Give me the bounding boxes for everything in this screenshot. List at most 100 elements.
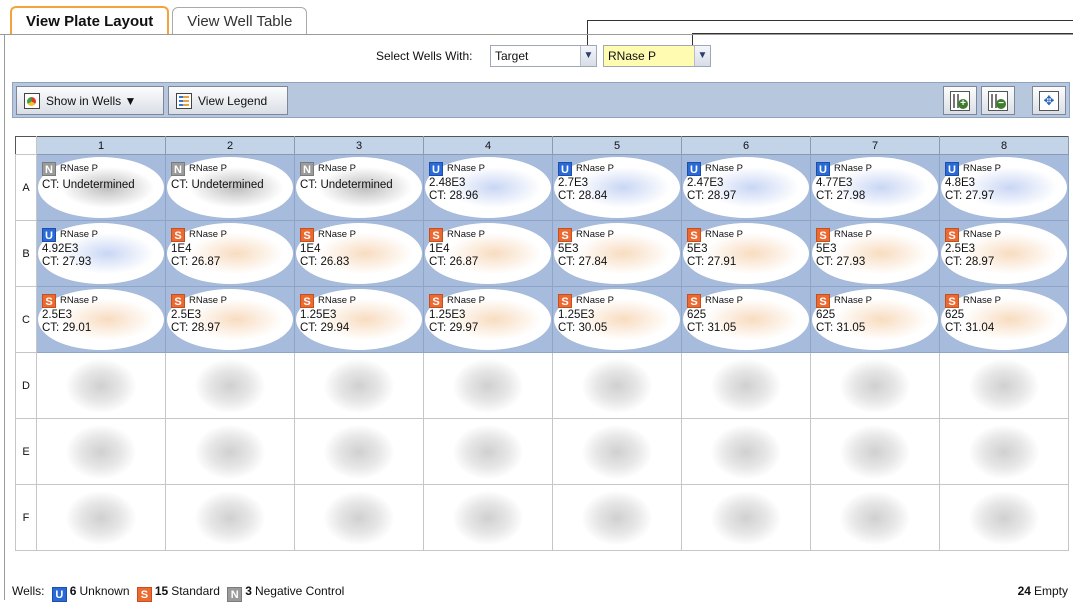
empty-well-cell[interactable] xyxy=(36,418,166,485)
empty-well-cell[interactable] xyxy=(294,418,424,485)
row-header[interactable]: C xyxy=(15,286,37,353)
column-header[interactable]: 1 xyxy=(36,136,166,155)
well-ct: CT: 31.05 xyxy=(687,322,737,334)
select-category-dropdown[interactable]: Target ▼ xyxy=(490,45,597,67)
well-cell[interactable]: U RNase P 2.47E3 CT: 28.97 xyxy=(681,154,811,221)
well-quantity: 2.48E3 xyxy=(429,177,466,189)
show-in-wells-button[interactable]: Show in Wells ▼ xyxy=(16,86,164,115)
empty-well-marker xyxy=(711,358,781,413)
well-cell[interactable]: S RNase P 1E4 CT: 26.87 xyxy=(165,220,295,287)
well-target: RNase P xyxy=(576,229,615,240)
empty-well-cell[interactable] xyxy=(681,484,811,551)
well-cell[interactable]: S RNase P 5E3 CT: 27.84 xyxy=(552,220,682,287)
select-value-dropdown[interactable]: RNase P ▼ xyxy=(603,45,711,67)
well-cell[interactable]: S RNase P 2.5E3 CT: 28.97 xyxy=(939,220,1069,287)
well-quantity: 1E4 xyxy=(300,243,321,255)
empty-well-marker xyxy=(195,424,265,479)
chevron-down-icon[interactable]: ▼ xyxy=(694,46,710,66)
task-S-icon: S xyxy=(558,294,572,308)
well-cell[interactable]: N RNase P CT: Undetermined xyxy=(294,154,424,221)
empty-well-cell[interactable] xyxy=(165,418,295,485)
zoom-out-button[interactable] xyxy=(981,86,1015,115)
well-target: RNase P xyxy=(834,163,873,174)
task-S-icon: S xyxy=(816,294,830,308)
column-header[interactable]: 8 xyxy=(939,136,1069,155)
empty-well-cell[interactable] xyxy=(36,484,166,551)
column-header[interactable]: 6 xyxy=(681,136,811,155)
row-header[interactable]: F xyxy=(15,484,37,551)
well-cell[interactable]: S RNase P 1.25E3 CT: 29.97 xyxy=(423,286,553,353)
empty-well-marker xyxy=(840,424,910,479)
well-cell[interactable]: S RNase P 1.25E3 CT: 29.94 xyxy=(294,286,424,353)
well-ct: CT: 26.83 xyxy=(300,256,350,268)
empty-well-marker xyxy=(324,490,394,545)
well-cell[interactable]: S RNase P 1E4 CT: 26.87 xyxy=(423,220,553,287)
empty-well-cell[interactable] xyxy=(552,484,682,551)
column-header[interactable]: 3 xyxy=(294,136,424,155)
empty-count: 24 xyxy=(1017,584,1031,598)
well-cell[interactable]: S RNase P 2.5E3 CT: 28.97 xyxy=(165,286,295,353)
empty-well-cell[interactable] xyxy=(294,484,424,551)
well-cell[interactable]: S RNase P 625 CT: 31.04 xyxy=(939,286,1069,353)
well-cell[interactable]: S RNase P 5E3 CT: 27.93 xyxy=(810,220,940,287)
empty-well-marker xyxy=(66,424,136,479)
well-cell[interactable]: U RNase P 4.77E3 CT: 27.98 xyxy=(810,154,940,221)
well-cell[interactable]: N RNase P CT: Undetermined xyxy=(36,154,166,221)
empty-well-cell[interactable] xyxy=(939,418,1069,485)
tab-view-well-table[interactable]: View Well Table xyxy=(172,7,308,34)
row-header[interactable]: D xyxy=(15,352,37,419)
empty-well-cell[interactable] xyxy=(552,418,682,485)
task-U-icon: U xyxy=(42,228,56,242)
empty-well-cell[interactable] xyxy=(810,484,940,551)
chevron-down-icon[interactable]: ▼ xyxy=(580,46,596,66)
empty-well-cell[interactable] xyxy=(423,352,553,419)
empty-well-cell[interactable] xyxy=(423,418,553,485)
row-header[interactable]: E xyxy=(15,418,37,485)
well-cell[interactable]: U RNase P 2.48E3 CT: 28.96 xyxy=(423,154,553,221)
empty-well-cell[interactable] xyxy=(681,352,811,419)
empty-well-cell[interactable] xyxy=(681,418,811,485)
empty-well-cell[interactable] xyxy=(36,352,166,419)
column-header[interactable]: 7 xyxy=(810,136,940,155)
well-quantity: 625 xyxy=(945,309,965,321)
well-quantity: 1E4 xyxy=(429,243,450,255)
well-ct: CT: 26.87 xyxy=(171,256,221,268)
well-cell[interactable]: S RNase P 1E4 CT: 26.83 xyxy=(294,220,424,287)
empty-well-cell[interactable] xyxy=(165,484,295,551)
empty-well-cell[interactable] xyxy=(552,352,682,419)
well-ct: CT: Undetermined xyxy=(300,179,393,191)
well-cell[interactable]: U RNase P 4.92E3 CT: 27.93 xyxy=(36,220,166,287)
view-legend-button[interactable]: View Legend xyxy=(168,86,288,115)
column-header[interactable]: 5 xyxy=(552,136,682,155)
row-header[interactable]: A xyxy=(15,154,37,221)
task-S-icon: S xyxy=(429,228,443,242)
zoom-in-button[interactable] xyxy=(943,86,977,115)
task-S-icon: S xyxy=(300,294,314,308)
empty-well-marker xyxy=(969,358,1039,413)
wells-prefix: Wells: xyxy=(12,584,45,598)
standard-label: Standard xyxy=(171,584,220,598)
empty-well-cell[interactable] xyxy=(810,418,940,485)
well-cell[interactable]: S RNase P 625 CT: 31.05 xyxy=(681,286,811,353)
tab-view-plate-layout[interactable]: View Plate Layout xyxy=(10,6,170,34)
well-cell[interactable]: U RNase P 4.8E3 CT: 27.97 xyxy=(939,154,1069,221)
empty-well-cell[interactable] xyxy=(939,484,1069,551)
well-cell[interactable]: S RNase P 1.25E3 CT: 30.05 xyxy=(552,286,682,353)
empty-well-cell[interactable] xyxy=(939,352,1069,419)
empty-well-cell[interactable] xyxy=(294,352,424,419)
well-cell[interactable]: S RNase P 2.5E3 CT: 29.01 xyxy=(36,286,166,353)
callout-line xyxy=(587,20,588,46)
well-cell[interactable]: S RNase P 625 CT: 31.05 xyxy=(810,286,940,353)
empty-well-cell[interactable] xyxy=(165,352,295,419)
well-cell[interactable]: S RNase P 5E3 CT: 27.91 xyxy=(681,220,811,287)
empty-well-cell[interactable] xyxy=(423,484,553,551)
column-header[interactable]: 4 xyxy=(423,136,553,155)
well-target: RNase P xyxy=(963,295,1002,306)
fit-to-window-button[interactable]: ✥ xyxy=(1032,86,1066,115)
empty-well-cell[interactable] xyxy=(810,352,940,419)
well-cell[interactable]: N RNase P CT: Undetermined xyxy=(165,154,295,221)
zoom-out-grid-icon xyxy=(988,90,1008,111)
well-cell[interactable]: U RNase P 2.7E3 CT: 28.84 xyxy=(552,154,682,221)
column-header[interactable]: 2 xyxy=(165,136,295,155)
row-header[interactable]: B xyxy=(15,220,37,287)
